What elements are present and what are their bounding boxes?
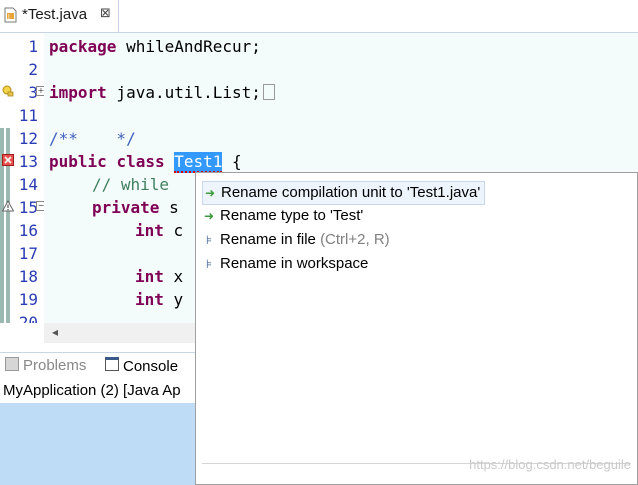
line-number: 19 xyxy=(18,290,38,309)
problems-icon xyxy=(5,357,19,371)
bottom-view-tabs: Problems Console xyxy=(0,352,200,381)
keyword: package xyxy=(49,37,117,56)
keyword: private xyxy=(92,198,160,217)
code-line: int y xyxy=(49,288,183,311)
code-line: int x xyxy=(49,265,183,288)
code-line: import java.util.List; xyxy=(49,81,275,104)
editor-tab-label: *Test.java xyxy=(22,6,88,23)
linked-rename-icon: ⊧ xyxy=(205,233,213,247)
keyword: int xyxy=(135,267,164,286)
warning-lightbulb-icon[interactable] xyxy=(2,85,14,97)
close-tab-icon[interactable]: ⊠ xyxy=(100,6,111,21)
change-icon: ➜ xyxy=(204,186,216,200)
proposal-shortcut: (Ctrl+2, R) xyxy=(320,231,390,248)
line-number: 20 xyxy=(18,313,38,323)
line-number: 17 xyxy=(18,244,38,263)
console-output[interactable] xyxy=(0,403,196,485)
keyword: int xyxy=(135,221,164,240)
svg-text:J: J xyxy=(7,14,10,21)
code-line: package whileAndRecur; xyxy=(49,35,261,58)
code-line: private s xyxy=(49,196,179,219)
console-icon xyxy=(105,357,119,371)
line-number: 12 xyxy=(18,129,38,148)
keyword: int xyxy=(135,290,164,309)
tab-problems[interactable]: Problems xyxy=(5,357,86,374)
selected-class-name[interactable]: Test1 xyxy=(174,152,223,173)
code-text: x xyxy=(163,267,184,286)
folded-code-box[interactable] xyxy=(262,84,275,100)
keyword: class xyxy=(116,152,165,171)
quick-fix-popup[interactable]: ➜ Rename compilation unit to 'Test1.java'… xyxy=(195,172,638,485)
tab-console-label: Console xyxy=(123,358,179,375)
javadoc-comment: /** */ xyxy=(49,129,136,148)
proposal-rename-in-file[interactable]: ⊧ Rename in file (Ctrl+2, R) xyxy=(202,229,390,251)
java-file-icon: J xyxy=(4,7,17,23)
proposal-label: Rename compilation unit to 'Test1.java' xyxy=(221,184,481,201)
proposal-label: Rename in workspace xyxy=(220,255,369,272)
code-text: c xyxy=(163,221,184,240)
code-text: { xyxy=(222,152,242,171)
line-number: 2 xyxy=(28,60,38,79)
error-quickfix-icon[interactable] xyxy=(2,154,14,166)
code-text: whileAndRecur; xyxy=(116,37,261,56)
tab-console[interactable]: Console xyxy=(105,357,178,375)
line-comment: // while xyxy=(92,175,170,194)
editor-tab-bar: J *Test.java ⊠ xyxy=(0,0,638,33)
scroll-left-arrow-icon[interactable]: ◂ xyxy=(52,325,58,339)
code-line: public class Test1 { xyxy=(49,150,242,173)
line-number: 1 xyxy=(28,37,38,56)
warning-icon[interactable] xyxy=(2,200,14,212)
code-line: int c xyxy=(49,219,183,242)
editor-tab-test-java[interactable]: J *Test.java ⊠ xyxy=(0,0,119,32)
line-number: 16 xyxy=(18,221,38,240)
code-text: java.util.List; xyxy=(106,83,261,102)
proposal-label: Rename type to 'Test' xyxy=(220,207,364,224)
code-text: y xyxy=(163,290,184,309)
line-number-ruler: 1 2 3 11 12 13 14 15 16 17 18 19 20 + − xyxy=(0,33,46,323)
linked-rename-icon: ⊧ xyxy=(205,257,213,271)
tab-problems-label: Problems xyxy=(23,357,87,374)
line-number: 14 xyxy=(18,175,38,194)
proposal-label: Rename in file xyxy=(220,231,316,248)
proposal-rename-type[interactable]: ➜ Rename type to 'Test' xyxy=(202,205,363,227)
proposal-rename-in-workspace[interactable]: ⊧ Rename in workspace xyxy=(202,253,369,275)
keyword: import xyxy=(49,83,107,102)
line-number: 11 xyxy=(18,106,38,125)
keyword: public xyxy=(49,152,107,171)
console-title: MyApplication (2) [Java Ap xyxy=(3,382,181,399)
proposal-rename-compilation-unit[interactable]: ➜ Rename compilation unit to 'Test1.java' xyxy=(202,181,486,205)
code-text: s xyxy=(159,198,179,217)
watermark-text: https://blog.csdn.net/beguile xyxy=(469,457,631,472)
line-number: 18 xyxy=(18,267,38,286)
change-icon: ➜ xyxy=(203,209,215,223)
